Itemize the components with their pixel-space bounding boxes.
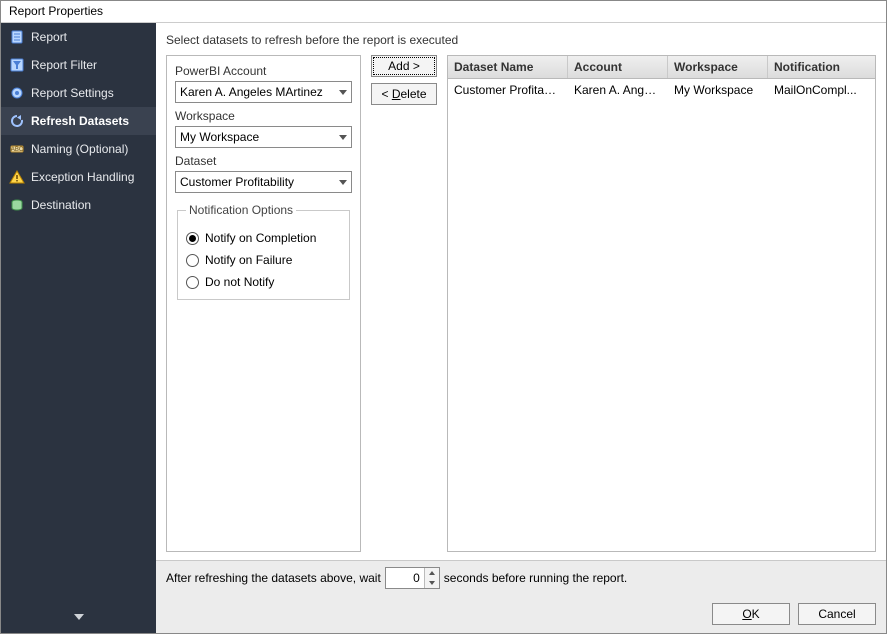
wait-suffix: seconds before running the report. xyxy=(444,571,627,585)
svg-text:ABC: ABC xyxy=(11,147,24,153)
workspace-label: Workspace xyxy=(175,109,352,123)
sidebar-item-label: Report xyxy=(31,30,67,44)
ok-button[interactable]: OK xyxy=(712,603,790,625)
window-title: Report Properties xyxy=(1,1,886,23)
workspace-combo[interactable]: My Workspace xyxy=(175,126,352,148)
col-dataset-name[interactable]: Dataset Name xyxy=(448,56,568,78)
sidebar-expand-toggle[interactable] xyxy=(1,603,156,633)
action-buttons: Add > < Delete xyxy=(371,55,437,552)
notification-legend: Notification Options xyxy=(186,203,296,217)
dataset-form: PowerBI Account Karen A. Angeles MArtine… xyxy=(166,55,361,552)
add-button[interactable]: Add > xyxy=(371,55,437,77)
grid-body: Customer Profitabili... Karen A. Angele.… xyxy=(448,79,875,551)
sidebar-item-destination[interactable]: Destination xyxy=(1,191,156,219)
cell-notification: MailOnCompl... xyxy=(768,79,875,101)
destination-icon xyxy=(9,197,25,213)
chevron-up-icon xyxy=(429,571,435,575)
delete-button[interactable]: < Delete xyxy=(371,83,437,105)
table-row[interactable]: Customer Profitabili... Karen A. Angele.… xyxy=(448,79,875,102)
radio-do-not-notify[interactable]: Do not Notify xyxy=(186,275,341,289)
sidebar-item-label: Report Settings xyxy=(31,86,114,100)
body: Report Report Filter Report Settings Ref… xyxy=(1,23,886,633)
notification-options-group: Notification Options Notify on Completio… xyxy=(177,203,350,300)
report-properties-window: Report Properties Report Report Filter R… xyxy=(0,0,887,634)
account-label: PowerBI Account xyxy=(175,64,352,78)
radio-icon xyxy=(186,276,199,289)
cancel-button[interactable]: Cancel xyxy=(798,603,876,625)
wait-seconds-input[interactable] xyxy=(386,568,424,588)
col-notification[interactable]: Notification xyxy=(768,56,875,78)
sidebar-item-label: Refresh Datasets xyxy=(31,114,129,128)
content-row: PowerBI Account Karen A. Angeles MArtine… xyxy=(156,51,886,560)
sidebar-item-naming[interactable]: ABC Naming (Optional) xyxy=(1,135,156,163)
chevron-down-icon xyxy=(339,135,347,140)
chevron-down-icon xyxy=(74,614,84,620)
spinner-down[interactable] xyxy=(425,578,439,588)
refresh-icon xyxy=(9,113,25,129)
dataset-combo[interactable]: Customer Profitability xyxy=(175,171,352,193)
workspace-value: My Workspace xyxy=(180,130,259,144)
cell-dataset: Customer Profitabili... xyxy=(448,79,568,101)
chevron-down-icon xyxy=(429,581,435,585)
naming-icon: ABC xyxy=(9,141,25,157)
sidebar-item-report-settings[interactable]: Report Settings xyxy=(1,79,156,107)
chevron-down-icon xyxy=(339,90,347,95)
radio-label: Notify on Completion xyxy=(205,231,316,245)
sidebar-item-report[interactable]: Report xyxy=(1,23,156,51)
wait-prefix: After refreshing the datasets above, wai… xyxy=(166,571,381,585)
wait-bar: After refreshing the datasets above, wai… xyxy=(156,560,886,595)
sidebar-item-label: Exception Handling xyxy=(31,170,134,184)
radio-icon xyxy=(186,232,199,245)
sidebar-item-report-filter[interactable]: Report Filter xyxy=(1,51,156,79)
sidebar-item-label: Destination xyxy=(31,198,91,212)
sidebar: Report Report Filter Report Settings Ref… xyxy=(1,23,156,633)
instruction-text: Select datasets to refresh before the re… xyxy=(156,23,886,51)
main-panel: Select datasets to refresh before the re… xyxy=(156,23,886,633)
cell-workspace: My Workspace xyxy=(668,79,768,101)
warning-icon xyxy=(9,169,25,185)
dialog-footer: OK Cancel xyxy=(156,595,886,633)
account-value: Karen A. Angeles MArtinez xyxy=(180,85,323,99)
sidebar-item-label: Naming (Optional) xyxy=(31,142,128,156)
wait-seconds-spinner[interactable] xyxy=(385,567,440,589)
datasets-grid: Dataset Name Account Workspace Notificat… xyxy=(447,55,876,552)
cell-account: Karen A. Angele... xyxy=(568,79,668,101)
grid-header: Dataset Name Account Workspace Notificat… xyxy=(448,56,875,79)
account-combo[interactable]: Karen A. Angeles MArtinez xyxy=(175,81,352,103)
radio-label: Notify on Failure xyxy=(205,253,292,267)
chevron-down-icon xyxy=(339,180,347,185)
radio-notify-completion[interactable]: Notify on Completion xyxy=(186,231,341,245)
col-workspace[interactable]: Workspace xyxy=(668,56,768,78)
radio-notify-failure[interactable]: Notify on Failure xyxy=(186,253,341,267)
col-account[interactable]: Account xyxy=(568,56,668,78)
sidebar-item-label: Report Filter xyxy=(31,58,97,72)
settings-icon xyxy=(9,85,25,101)
filter-icon xyxy=(9,57,25,73)
dataset-label: Dataset xyxy=(175,154,352,168)
report-icon xyxy=(9,29,25,45)
sidebar-item-exception-handling[interactable]: Exception Handling xyxy=(1,163,156,191)
radio-label: Do not Notify xyxy=(205,275,274,289)
sidebar-item-refresh-datasets[interactable]: Refresh Datasets xyxy=(1,107,156,135)
dataset-value: Customer Profitability xyxy=(180,175,294,189)
radio-icon xyxy=(186,254,199,267)
spinner-up[interactable] xyxy=(425,568,439,578)
